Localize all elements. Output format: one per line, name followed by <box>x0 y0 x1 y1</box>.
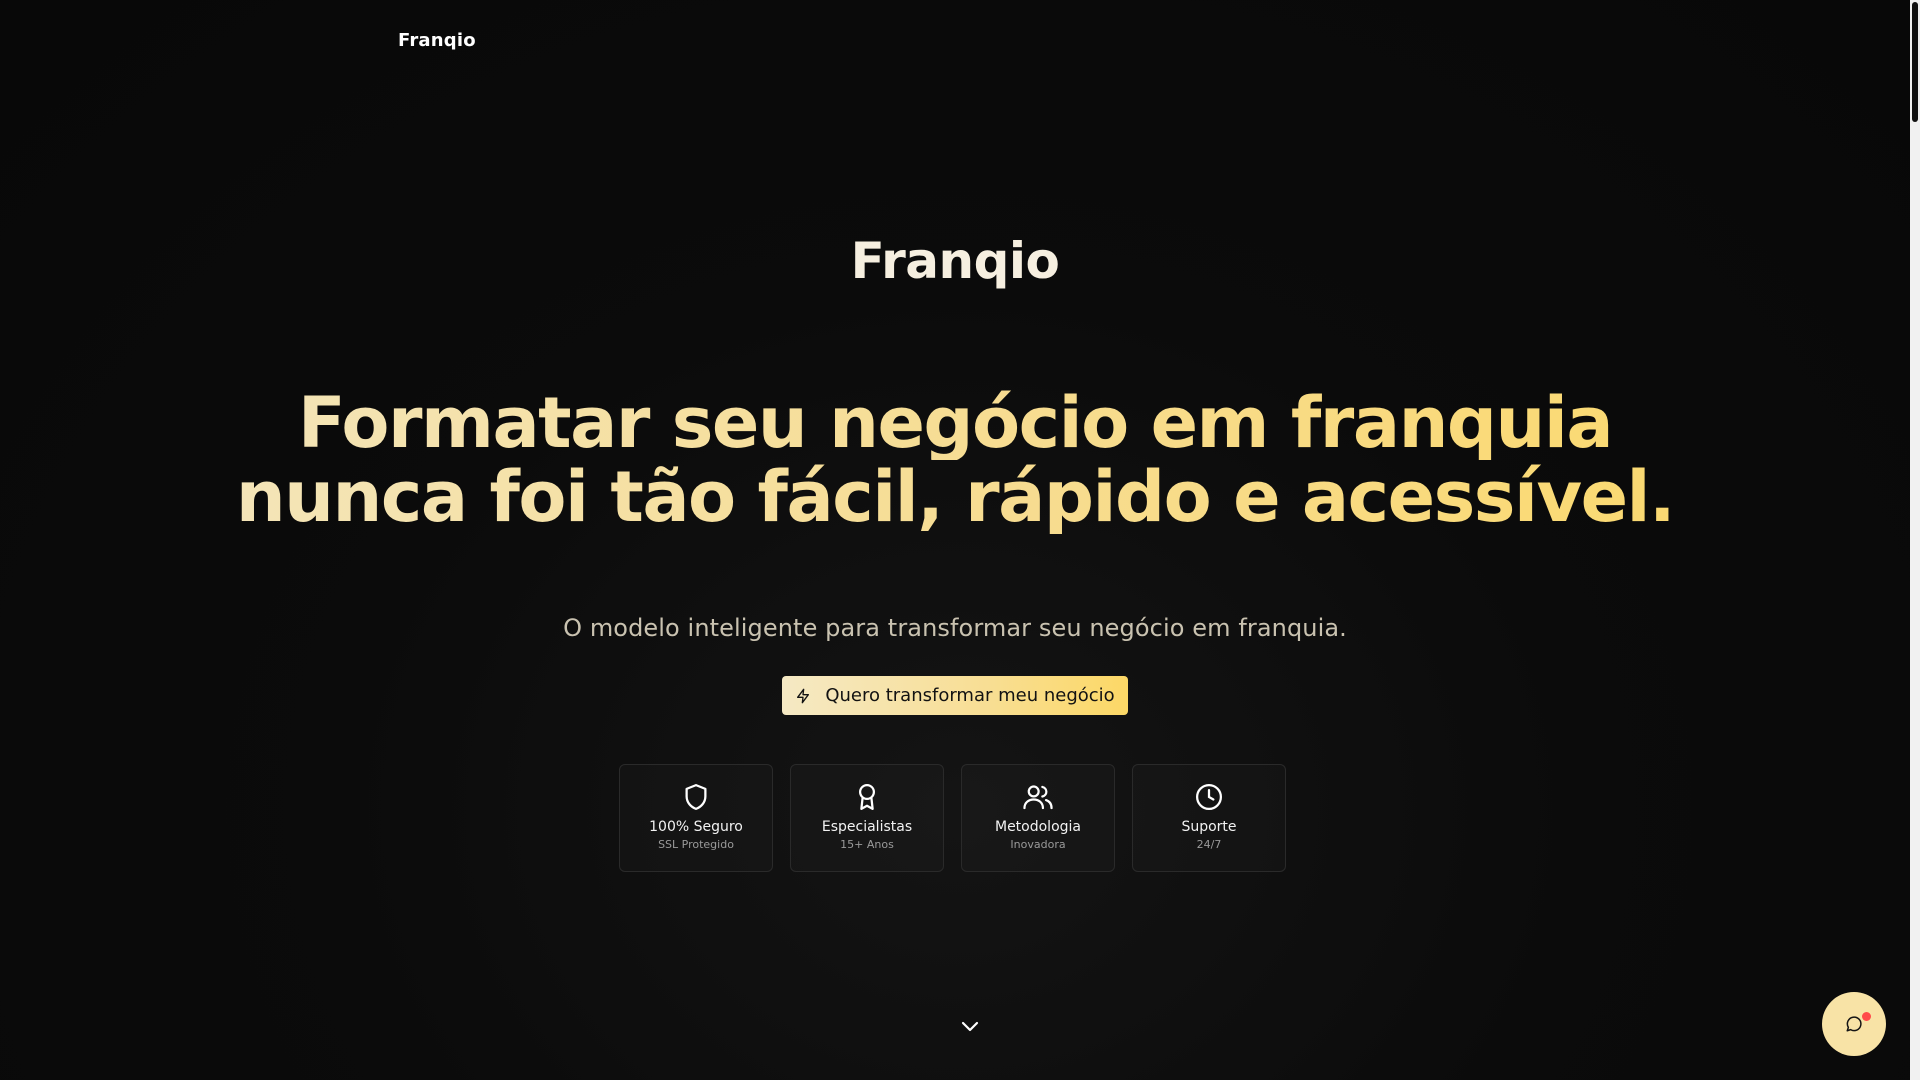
cta-label: Quero transformar meu negócio <box>825 685 1115 706</box>
feature-title: 100% Seguro <box>649 819 743 835</box>
shield-icon <box>681 781 711 813</box>
feature-card-security: 100% Seguro SSL Protegido <box>619 764 773 872</box>
notification-dot <box>1862 1012 1871 1021</box>
feature-card-support: Suporte 24/7 <box>1132 764 1286 872</box>
feature-subtitle: 15+ Anos <box>840 838 894 851</box>
scrollbar-track[interactable] <box>1910 0 1920 1080</box>
feature-title: Suporte <box>1181 819 1237 835</box>
cta-button[interactable]: Quero transformar meu negócio <box>782 676 1128 715</box>
scrollbar-thumb[interactable] <box>1912 2 1918 122</box>
users-icon <box>1022 781 1054 813</box>
feature-card-methodology: Metodologia Inovadora <box>961 764 1115 872</box>
clock-icon <box>1194 781 1224 813</box>
chevron-down-icon[interactable] <box>958 1014 982 1038</box>
feature-title: Especialistas <box>821 819 913 835</box>
feature-subtitle: SSL Protegido <box>658 838 734 851</box>
chat-bubble-icon <box>1845 1015 1863 1033</box>
feature-subtitle: 24/7 <box>1196 838 1222 851</box>
hero-headline-line-1: Formatar seu negócio em franquia <box>0 386 1910 460</box>
feature-cards: 100% Seguro SSL Protegido Especialistas … <box>619 764 1286 872</box>
lightning-icon <box>795 688 811 704</box>
hero-headline-line-2: nunca foi tão fácil, rápido e acessível. <box>0 460 1910 534</box>
feature-title: Metodologia <box>994 819 1081 835</box>
award-icon <box>852 781 882 813</box>
chat-button[interactable] <box>1822 992 1886 1056</box>
page: Franqio Franqio Formatar seu negócio em … <box>0 0 1920 1080</box>
feature-subtitle: Inovadora <box>1010 838 1066 851</box>
hero-section: Franqio Franqio Formatar seu negócio em … <box>0 0 1910 1080</box>
feature-card-experts: Especialistas 15+ Anos <box>790 764 944 872</box>
hero-subtitle: O modelo inteligente para transformar se… <box>563 614 1347 642</box>
brand-title: Franqio <box>850 232 1060 290</box>
hero-headline: Formatar seu negócio em franquia nunca f… <box>0 386 1910 534</box>
header-logo[interactable]: Franqio <box>398 30 476 51</box>
